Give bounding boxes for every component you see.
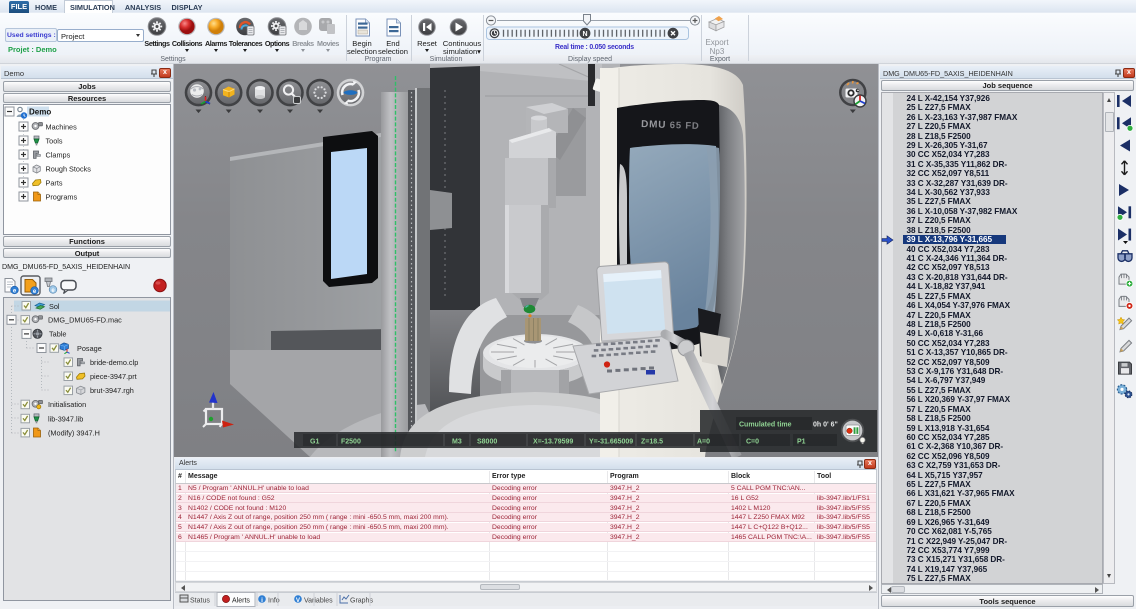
svg-text:DMG_DMU65-FD.mac: DMG_DMU65-FD.mac bbox=[48, 316, 122, 325]
svg-text:Posage: Posage bbox=[77, 344, 102, 353]
svg-text:Table: Table bbox=[49, 330, 66, 339]
svg-text:Y=-31.665009: Y=-31.665009 bbox=[589, 439, 633, 446]
svg-text:brut-3947.rgh: brut-3947.rgh bbox=[90, 386, 134, 395]
svg-text:P1: P1 bbox=[797, 439, 806, 446]
svg-text:Z=18.5: Z=18.5 bbox=[641, 439, 663, 446]
svg-text:Status: Status bbox=[190, 598, 210, 605]
svg-text:bride-demo.clp: bride-demo.clp bbox=[90, 358, 138, 367]
svg-text:Sol: Sol bbox=[49, 302, 60, 311]
svg-text:A=0: A=0 bbox=[697, 439, 710, 446]
svg-text:DMU 65 FD: DMU 65 FD bbox=[641, 119, 700, 132]
svg-text:S8000: S8000 bbox=[477, 439, 497, 446]
svg-text:Initialisation: Initialisation bbox=[48, 400, 86, 409]
svg-text:lib-3947.lib: lib-3947.lib bbox=[48, 414, 83, 423]
svg-text:Alerts: Alerts bbox=[232, 598, 250, 605]
svg-text:Cumulated time: Cumulated time bbox=[739, 422, 792, 429]
svg-text:0h 0' 6": 0h 0' 6" bbox=[813, 422, 838, 429]
svg-text:i: i bbox=[261, 597, 263, 604]
svg-text:M3: M3 bbox=[452, 439, 462, 446]
svg-text:X=-13.79599: X=-13.79599 bbox=[533, 439, 573, 446]
svg-text:(Modify) 3947.H: (Modify) 3947.H bbox=[48, 428, 100, 437]
svg-text:piece-3947.prt: piece-3947.prt bbox=[90, 372, 137, 381]
svg-text:G1: G1 bbox=[310, 439, 319, 446]
svg-text:N: N bbox=[582, 31, 587, 38]
svg-text:Variables: Variables bbox=[304, 598, 333, 605]
svg-text:F2500: F2500 bbox=[341, 439, 361, 446]
svg-text:C=0: C=0 bbox=[746, 439, 759, 446]
